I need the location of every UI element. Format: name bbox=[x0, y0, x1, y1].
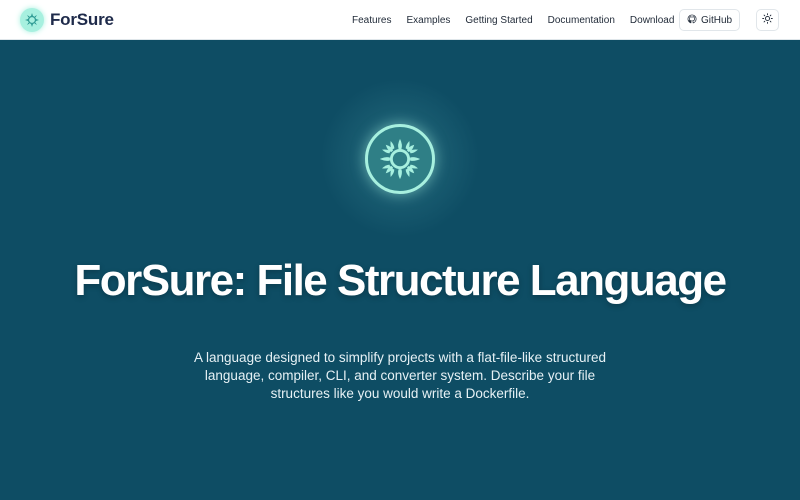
github-icon bbox=[687, 11, 697, 29]
github-label: GitHub bbox=[700, 14, 733, 26]
sun-gear-icon bbox=[20, 8, 44, 32]
brand-name: ForSure bbox=[50, 10, 114, 29]
hero-subtitle: A language designed to simplify projects… bbox=[194, 350, 606, 401]
github-button[interactable]: GitHub bbox=[679, 9, 740, 31]
theme-toggle-button[interactable] bbox=[756, 9, 779, 31]
nav-link-features[interactable]: Features bbox=[352, 15, 391, 26]
hero-section: ForSure: File Structure Language A langu… bbox=[0, 40, 800, 500]
nav-links: Features Examples Getting Started Docume… bbox=[352, 0, 689, 40]
page-title: ForSure: File Structure Language bbox=[74, 256, 727, 305]
top-navbar: ForSure Features Examples Getting Starte… bbox=[0, 0, 800, 40]
sun-gear-icon bbox=[365, 124, 435, 194]
nav-link-documentation[interactable]: Documentation bbox=[548, 15, 615, 26]
nav-link-getting-started[interactable]: Getting Started bbox=[465, 15, 532, 26]
nav-link-examples[interactable]: Examples bbox=[406, 15, 450, 26]
nav-link-download[interactable]: Download bbox=[630, 15, 674, 26]
sun-icon bbox=[762, 11, 773, 29]
brand[interactable]: ForSure bbox=[20, 8, 114, 32]
